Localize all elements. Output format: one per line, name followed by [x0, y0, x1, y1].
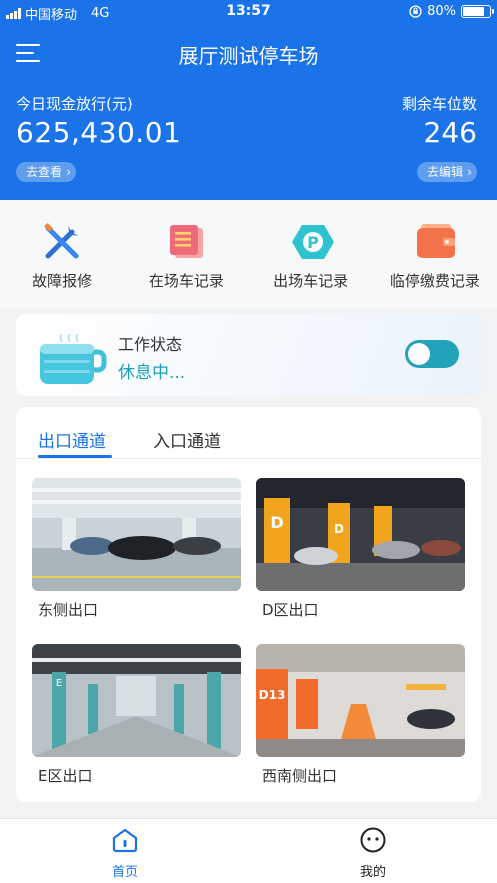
bottom-tab-bar: 首页 我的 — [0, 818, 497, 883]
chevron-right-icon: › — [66, 165, 72, 179]
tab-exit-channels[interactable]: 出口通道 — [38, 427, 106, 452]
orientation-lock-icon — [409, 5, 422, 18]
cash-release-value: 625,430.01 — [16, 116, 182, 149]
tab-home[interactable]: 首页 — [85, 827, 165, 880]
coffee-cup-icon — [38, 332, 108, 384]
work-status-title: 工作状态 — [118, 335, 183, 354]
active-tab-indicator — [38, 455, 112, 458]
channel-name: 东侧出口 — [38, 601, 99, 619]
channel-name: E区出口 — [38, 767, 93, 785]
home-icon — [112, 828, 138, 853]
svg-text:D13: D13 — [259, 688, 286, 702]
channel-photo: D13 — [256, 644, 465, 757]
tab-entry-channels[interactable]: 入口通道 — [153, 427, 221, 452]
channel-panel: 出口通道 入口通道 东侧出口 D D D区出口 E E区出口 D13 西南侧出口 — [16, 407, 481, 802]
edit-spots-label: 去编辑 — [426, 165, 463, 179]
work-status-toggle[interactable] — [405, 340, 459, 368]
view-cash-button[interactable]: 去查看 › — [16, 162, 77, 182]
quick-action-label: 故障报修 — [32, 272, 93, 290]
channel-photo — [32, 478, 241, 591]
quick-action-exit[interactable]: P 出场车记录 — [249, 200, 373, 308]
channel-photo: D D — [256, 478, 465, 591]
parking-exit-icon: P — [291, 222, 334, 262]
wallet-icon — [415, 222, 455, 262]
tab-me[interactable]: 我的 — [333, 827, 413, 880]
svg-text:P: P — [307, 233, 319, 252]
quick-actions: 故障报修 在场车记录 P 出场车记录 临停缴费记录 — [0, 200, 497, 308]
in-lot-record-icon — [166, 222, 206, 262]
channel-name: 西南侧出口 — [262, 767, 338, 785]
quick-action-label: 临停缴费记录 — [389, 272, 480, 290]
quick-action-label: 在场车记录 — [148, 272, 224, 290]
svg-text:D: D — [270, 513, 283, 532]
quick-action-label: 出场车记录 — [273, 272, 349, 290]
tab-me-label: 我的 — [359, 865, 386, 880]
wrench-screwdriver-icon — [42, 222, 82, 262]
battery-percent: 80% — [427, 4, 456, 19]
channel-tabs: 出口通道 入口通道 — [16, 407, 481, 459]
chevron-right-icon: › — [467, 165, 472, 179]
channel-photo: E — [32, 644, 241, 757]
quick-action-repair[interactable]: 故障报修 — [0, 200, 124, 308]
work-status-value: 休息中... — [118, 363, 186, 383]
channel-card[interactable]: 东侧出口 — [32, 478, 241, 620]
remaining-spots-label: 剩余车位数 — [401, 95, 477, 113]
remaining-spots-value: 246 — [423, 116, 477, 149]
work-status-card: 工作状态 休息中... — [16, 314, 481, 396]
svg-text:D: D — [334, 522, 344, 536]
profile-face-icon — [360, 827, 386, 853]
header-panel: 中国移动 4G 13:57 80% 展厅测试停车场 今日现金放行(元) 625,… — [0, 0, 497, 200]
channel-card[interactable]: E E区出口 — [32, 644, 241, 786]
status-bar: 中国移动 4G 13:57 80% — [0, 0, 497, 24]
cash-release-label: 今日现金放行(元) — [16, 95, 133, 113]
channel-card[interactable]: D D D区出口 — [256, 478, 465, 620]
view-cash-label: 去查看 — [26, 165, 63, 179]
channel-name: D区出口 — [262, 601, 319, 619]
tab-home-label: 首页 — [111, 865, 138, 880]
battery-icon — [461, 5, 494, 18]
svg-text:E: E — [56, 678, 62, 689]
channel-card[interactable]: D13 西南侧出口 — [256, 644, 465, 786]
edit-spots-button[interactable]: 去编辑 › — [416, 162, 477, 182]
quick-action-payment[interactable]: 临停缴费记录 — [373, 200, 497, 308]
page-title: 展厅测试停车场 — [178, 44, 319, 68]
quick-action-in-lot[interactable]: 在场车记录 — [124, 200, 248, 308]
